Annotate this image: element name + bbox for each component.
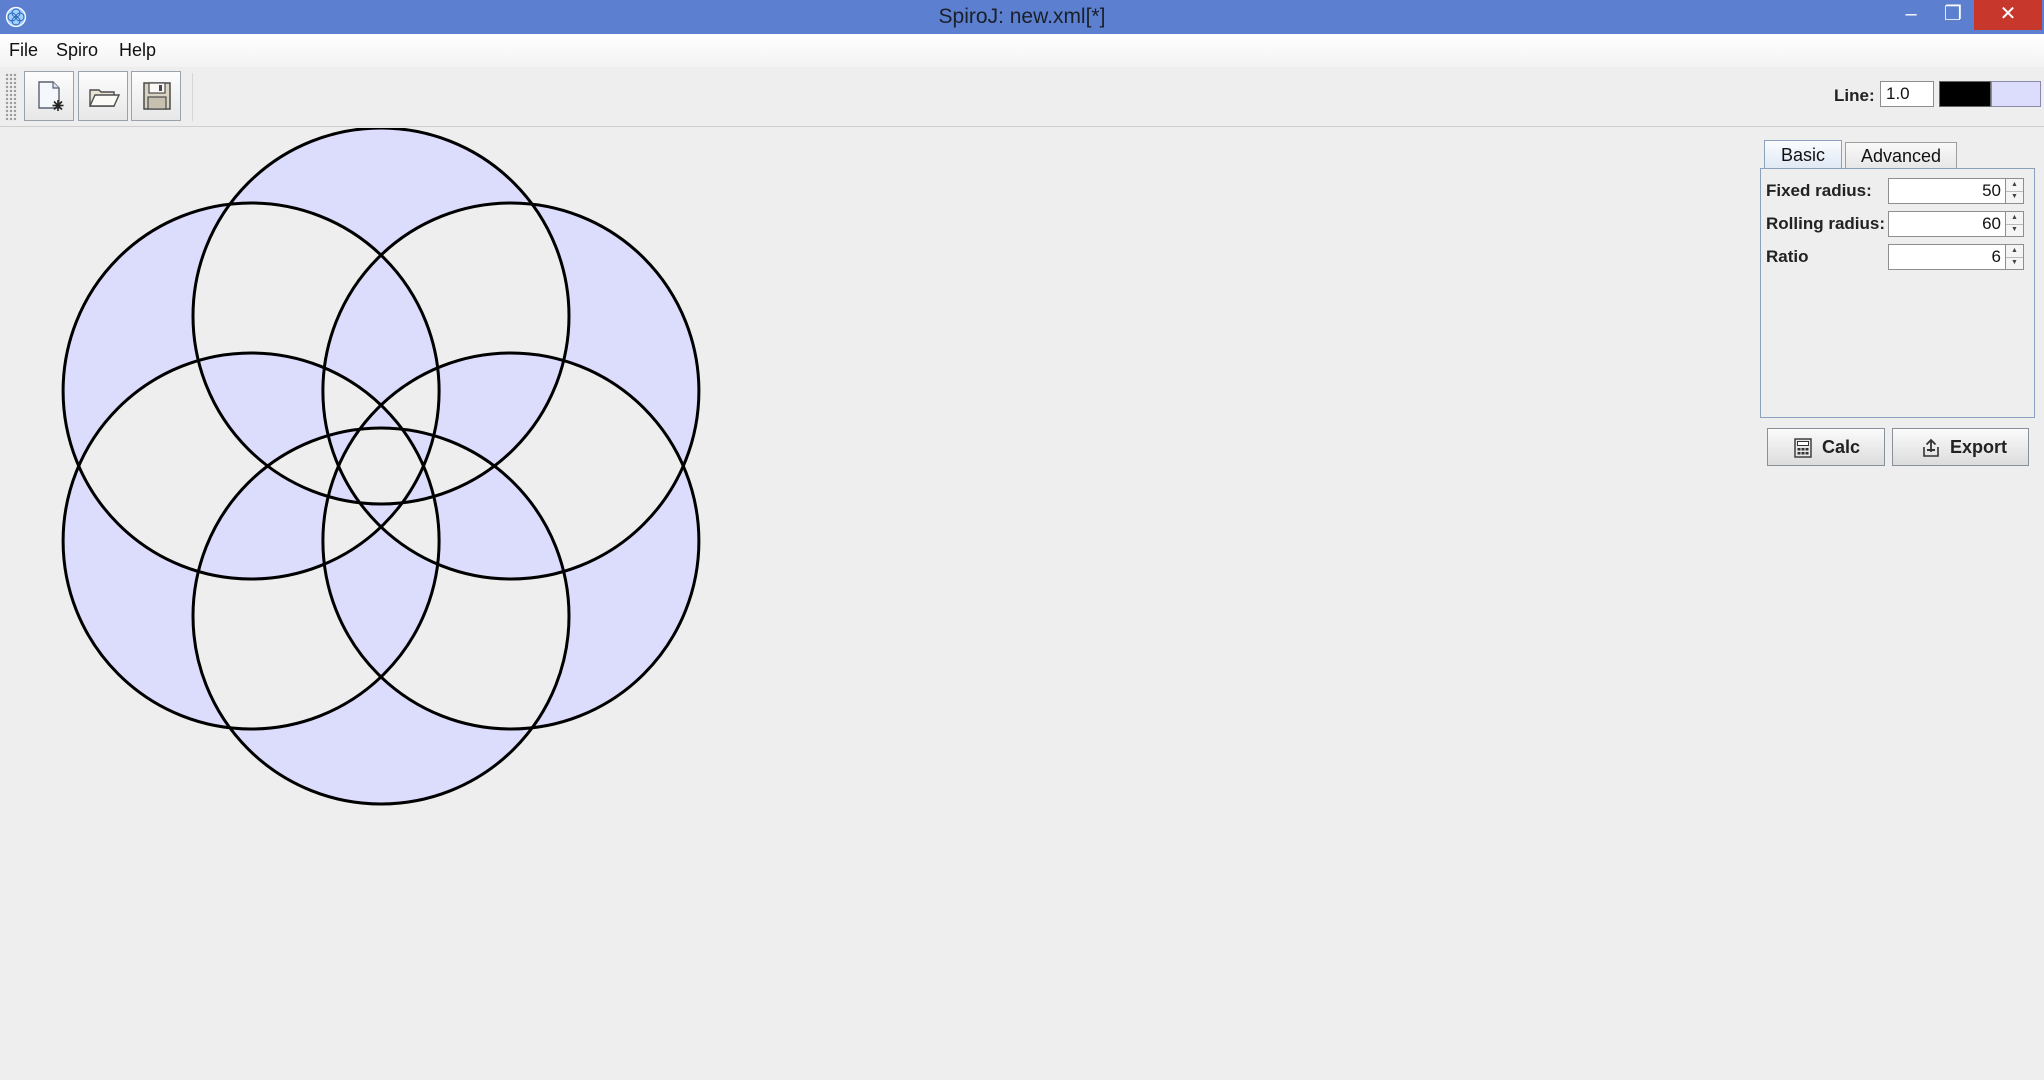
new-document-icon <box>38 81 64 111</box>
calc-button[interactable]: Calc <box>1767 428 1885 466</box>
spinner-down-icon[interactable]: ▼ <box>2006 257 2023 269</box>
menu-help[interactable]: Help <box>119 34 156 67</box>
save-file-button[interactable] <box>131 71 181 121</box>
export-icon <box>1923 438 1939 457</box>
maximize-button[interactable]: ❐ <box>1932 0 1974 30</box>
spirograph-fill <box>63 128 699 804</box>
toolbar-grip-handle[interactable] <box>5 73 17 121</box>
export-button-label: Export <box>1950 437 2008 457</box>
line-color-button[interactable] <box>1939 81 1991 107</box>
spinner-down-icon[interactable]: ▼ <box>2006 191 2023 203</box>
calculator-icon <box>1794 438 1812 458</box>
fixed-radius-input[interactable] <box>1888 178 2006 204</box>
line-width-label: Line: <box>1834 86 1875 105</box>
toolbar-separator <box>192 73 193 121</box>
calc-button-label: Calc <box>1822 437 1861 457</box>
ratio-input[interactable] <box>1888 244 2006 270</box>
spirograph-drawing <box>61 128 701 806</box>
fixed-radius-spinner[interactable]: ▲ ▼ <box>2006 178 2024 204</box>
menu-bar: File Spiro Help <box>0 34 2044 67</box>
ratio-label: Ratio <box>1766 247 1809 266</box>
new-file-button[interactable] <box>24 71 74 121</box>
basic-tab-panel <box>1760 168 2035 418</box>
open-folder-icon <box>88 89 120 107</box>
tab-basic[interactable]: Basic <box>1764 140 1842 169</box>
export-button[interactable]: Export <box>1892 428 2029 466</box>
drawing-canvas[interactable] <box>0 128 1750 1080</box>
menu-spiro[interactable]: Spiro <box>56 34 98 67</box>
save-disk-icon <box>143 82 171 110</box>
rolling-radius-input[interactable] <box>1888 211 2006 237</box>
ratio-spinner[interactable]: ▲ ▼ <box>2006 244 2024 270</box>
window-title: SpiroJ: new.xml[*] <box>938 5 1106 28</box>
toolbar: Line: <box>0 67 2044 127</box>
minimize-button[interactable]: – <box>1890 0 1932 30</box>
menu-file[interactable]: File <box>9 34 38 67</box>
close-button[interactable]: ✕ <box>1974 0 2042 30</box>
fixed-radius-label: Fixed radius: <box>1766 181 1872 200</box>
rolling-radius-label: Rolling radius: <box>1766 214 1885 233</box>
spinner-down-icon[interactable]: ▼ <box>2006 224 2023 236</box>
open-file-button[interactable] <box>78 71 128 121</box>
line-width-input[interactable] <box>1880 81 1934 107</box>
rolling-radius-spinner[interactable]: ▲ ▼ <box>2006 211 2024 237</box>
fill-color-button[interactable] <box>1991 81 2041 107</box>
tab-advanced[interactable]: Advanced <box>1845 142 1957 169</box>
title-bar: SpiroJ: new.xml[*] – ❐ ✕ <box>0 0 2044 34</box>
